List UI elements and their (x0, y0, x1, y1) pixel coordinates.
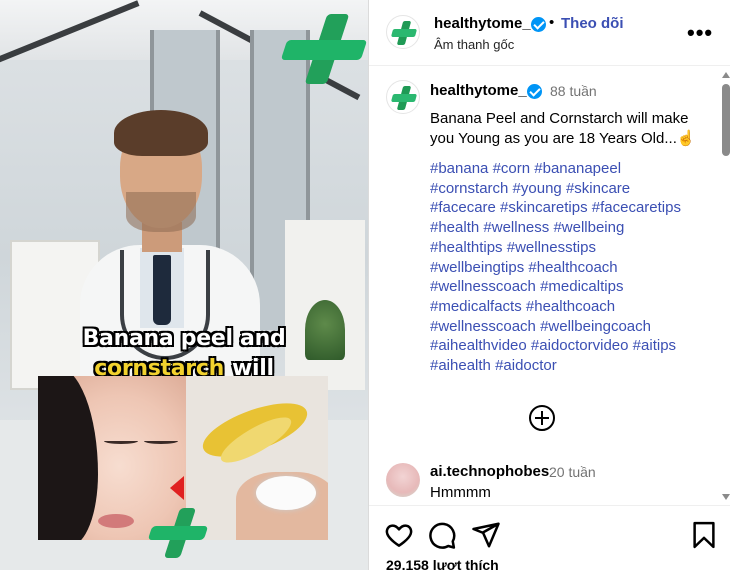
post-details-panel: healthytome_ • Theo dõi Âm thanh gốc •••… (368, 0, 730, 570)
hashtag-link[interactable]: #aitips (633, 337, 676, 354)
comment-time[interactable]: 20 tuần (549, 464, 596, 480)
paper-plane-icon[interactable] (471, 520, 501, 550)
comment-username[interactable]: ai.technophobes (430, 463, 549, 480)
hashtag-link[interactable]: #aihealthvideo (430, 337, 527, 354)
hashtag-link[interactable]: #aihealth (430, 357, 491, 374)
audio-label[interactable]: Âm thanh gốc (434, 37, 514, 52)
post-media[interactable]: Banana peel and cornstarch will (0, 0, 368, 570)
like-count[interactable]: 29.158 lượt thích (386, 557, 499, 570)
scrollbar[interactable] (721, 70, 730, 502)
hashtag-link[interactable]: #medicaltips (540, 278, 623, 295)
red-arrow-icon (170, 476, 184, 500)
post-header: healthytome_ • Theo dõi Âm thanh gốc ••• (369, 0, 730, 66)
hashtag-link[interactable]: #wellbeing (553, 219, 624, 236)
scrollbar-thumb[interactable] (722, 84, 730, 156)
separator-dot: • (549, 14, 555, 31)
video-caption-line1: Banana peel and (82, 325, 287, 352)
comment-text: Hmmmm (430, 484, 491, 501)
hashtag-link[interactable]: #facecaretips (592, 199, 681, 216)
scroll-down-icon[interactable] (722, 494, 730, 500)
follow-button[interactable]: Theo dõi (561, 15, 624, 32)
hashtag-link[interactable]: #wellnesstips (507, 239, 596, 256)
bookmark-icon[interactable] (689, 520, 719, 550)
scroll-up-icon[interactable] (722, 72, 730, 78)
hashtag-link[interactable]: #wellness (483, 219, 549, 236)
plus-circle-icon[interactable] (529, 405, 555, 431)
banana-peel-image (186, 376, 328, 540)
brand-logo-icon (147, 508, 209, 558)
hashtag-link[interactable]: #young (513, 180, 562, 197)
post-caption: Banana Peel and Cornstarch will make you… (430, 110, 696, 147)
comment-bubble-icon[interactable] (427, 520, 457, 550)
hashtag-link[interactable]: #facecare (430, 199, 496, 216)
hashtag-link[interactable]: #health (430, 219, 479, 236)
action-bar: 29.158 lượt thích (369, 505, 730, 570)
hashtag-link[interactable]: #skincaretips (500, 199, 588, 216)
verified-badge-icon (527, 84, 542, 99)
author-avatar[interactable] (386, 15, 420, 49)
hashtag-link[interactable]: #healthcoach (528, 259, 617, 276)
hashtag-link[interactable]: #wellnesscoach (430, 278, 536, 295)
hashtag-link[interactable]: #healthcoach (526, 298, 615, 315)
hashtag-link[interactable]: #wellbeingcoach (540, 318, 651, 335)
caption-author-username[interactable]: healthytome_ (430, 82, 527, 99)
hashtag-link[interactable]: #corn (493, 160, 531, 177)
hashtag-link[interactable]: #medicalfacts (430, 298, 522, 315)
caption-time[interactable]: 88 tuần (550, 83, 597, 99)
hashtag-link[interactable]: #wellbeingtips (430, 259, 524, 276)
heart-icon[interactable] (384, 520, 414, 550)
hashtag-link[interactable]: #healthtips (430, 239, 503, 256)
hashtag-link[interactable]: #banana (430, 160, 488, 177)
hashtag-link[interactable]: #wellnesscoach (430, 318, 536, 335)
hashtag-list: #banana #corn #bananapeel #cornstarch #yo… (430, 159, 710, 376)
comments-scroll-area[interactable]: healthytome_ 88 tuần Banana Peel and Cor… (369, 67, 730, 505)
caption-author-avatar[interactable] (386, 80, 420, 114)
hashtag-link[interactable]: #skincare (566, 180, 630, 197)
hashtag-link[interactable]: #cornstarch (430, 180, 508, 197)
author-username[interactable]: healthytome_ (434, 15, 531, 32)
commenter-avatar[interactable] (386, 463, 420, 497)
verified-badge-icon (531, 17, 546, 32)
more-options-icon[interactable]: ••• (687, 20, 713, 46)
hashtag-link[interactable]: #aidoctorvideo (531, 337, 629, 354)
brand-logo-icon (280, 14, 368, 84)
hashtag-link[interactable]: #aidoctor (495, 357, 557, 374)
hashtag-link[interactable]: #bananapeel (534, 160, 621, 177)
